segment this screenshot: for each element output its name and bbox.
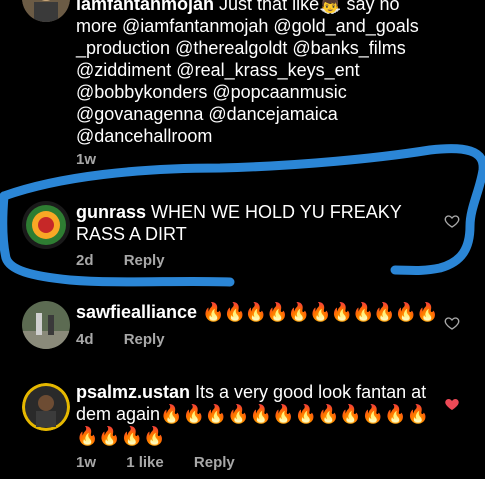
like-count[interactable]: 1 like [126, 454, 164, 471]
heart-filled-icon[interactable] [444, 396, 460, 412]
comment-meta: 1w 1 like Reply [76, 454, 261, 471]
comment-text-block: gunrass WHEN WE HOLD YU FREAKY RASS A DIR… [76, 201, 438, 245]
comment-meta: 4d Reply [76, 331, 191, 348]
comment-text-block: sawfiealliance 🔥🔥🔥🔥🔥🔥🔥🔥🔥🔥🔥 [76, 301, 439, 323]
reply-button[interactable]: Reply [194, 454, 235, 471]
comment-text-block: psalmz.ustan Its a very good look fantan … [76, 381, 438, 447]
comment-meta: 2d Reply [76, 252, 191, 269]
reply-button[interactable]: Reply [124, 331, 165, 348]
comment-username[interactable]: gunrass [76, 202, 146, 222]
comment-meta: 1w [76, 151, 122, 168]
reply-button[interactable]: Reply [124, 252, 165, 269]
comment-time: 1w [76, 454, 97, 471]
avatar[interactable] [22, 0, 70, 22]
comment-username[interactable]: sawfiealliance [76, 302, 197, 322]
comment-username[interactable]: psalmz.ustan [76, 382, 190, 402]
comment-text: 🔥🔥🔥🔥🔥🔥🔥🔥🔥🔥🔥 [202, 302, 439, 322]
comment-username[interactable]: iamfantanmojah [76, 0, 214, 14]
heart-icon[interactable] [444, 213, 460, 229]
avatar[interactable] [22, 201, 70, 249]
heart-icon[interactable] [444, 315, 460, 331]
comment-time: 1w [76, 151, 97, 168]
avatar[interactable] [22, 383, 70, 431]
comment-time: 4d [76, 331, 94, 348]
comment-time: 2d [76, 252, 94, 269]
comment-text: Just that like👼 say no more @iamfantanmo… [76, 0, 419, 146]
comment-text-block: iamfantanmojah Just that like👼 say no mor… [76, 0, 438, 147]
avatar[interactable] [22, 301, 70, 349]
